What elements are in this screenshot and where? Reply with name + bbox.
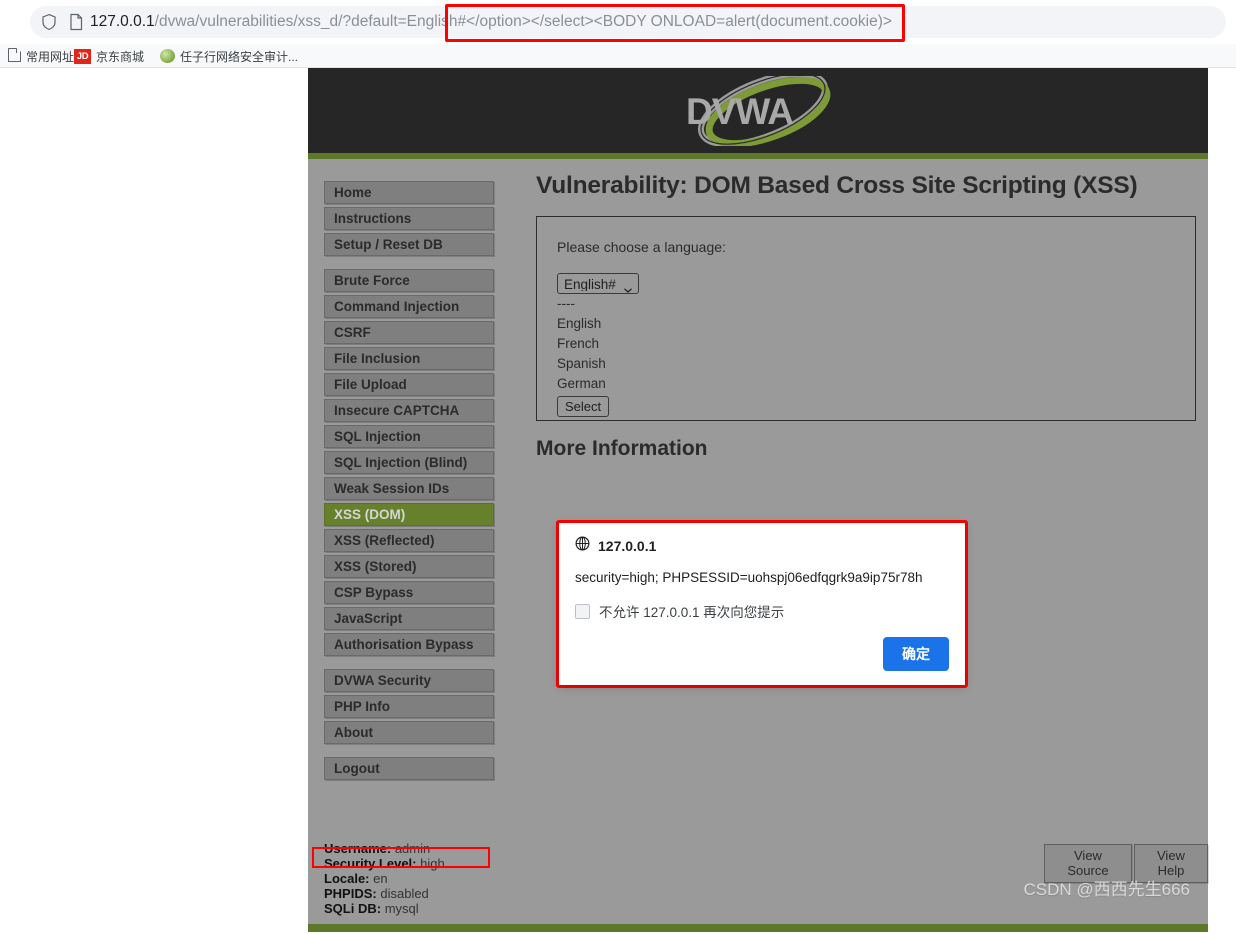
alert-message-text: security=high; PHPSESSID=uohspj06edfqgrk… [575, 570, 923, 585]
sidebar-item-setup-reset-db[interactable]: Setup / Reset DB [324, 233, 494, 256]
sidebar-item-home[interactable]: Home [324, 181, 494, 204]
alert-origin-row: 127.0.0.1 [575, 536, 656, 556]
jd-logo-icon: JD [74, 48, 91, 64]
language-select[interactable]: English# [557, 273, 639, 294]
page-title: Vulnerability: DOM Based Cross Site Scri… [536, 172, 1138, 199]
dvwa-logo: DVWA [641, 70, 881, 148]
sidebar-item-csp-bypass[interactable]: CSP Bypass [324, 581, 494, 604]
site-header: DVWA [308, 68, 1208, 153]
info-security-level: Security Level: high [324, 856, 445, 871]
page-viewport: DVWA Home Instructions Setup / Reset DB … [0, 68, 1236, 934]
sidebar-item-javascript[interactable]: JavaScript [324, 607, 494, 630]
url-text[interactable]: 127.0.0.1/dvwa/vulnerabilities/xss_d/?de… [90, 10, 892, 34]
browser-chrome: 127.0.0.1/dvwa/vulnerabilities/xss_d/?de… [0, 0, 1236, 68]
dvwa-page-container: DVWA Home Instructions Setup / Reset DB … [308, 68, 1208, 934]
javascript-alert-dialog: 127.0.0.1 security=high; PHPSESSID=uohsp… [559, 523, 965, 685]
vulnerability-panel: Please choose a language: English# ---- … [536, 216, 1196, 421]
bookmark-label: 常用网址 [26, 49, 75, 64]
header-green-divider [308, 153, 1208, 159]
info-sqli-db: SQLi DB: mysql [324, 901, 419, 916]
sidebar-item-brute-force[interactable]: Brute Force [324, 269, 494, 292]
stray-option-german: German [557, 376, 606, 391]
sidebar-item-about[interactable]: About [324, 721, 494, 744]
nav-group: Home Instructions Setup / Reset DB [324, 181, 494, 256]
svg-text:DVWA: DVWA [686, 91, 793, 132]
sidebar-item-insecure-captcha[interactable]: Insecure CAPTCHA [324, 399, 494, 422]
sidebar-item-xss-reflected[interactable]: XSS (Reflected) [324, 529, 494, 552]
sidebar-item-dvwa-security[interactable]: DVWA Security [324, 669, 494, 692]
sidebar-item-sql-injection-blind[interactable]: SQL Injection (Blind) [324, 451, 494, 474]
alert-suppress-row[interactable]: 不允许 127.0.0.1 再次向您提示 [575, 601, 784, 621]
sidebar-item-logout[interactable]: Logout [324, 757, 494, 780]
language-select-wrapper: English# [557, 273, 639, 294]
sidebar-item-weak-session-ids[interactable]: Weak Session IDs [324, 477, 494, 500]
sidebar-item-xss-dom[interactable]: XSS (DOM) [324, 503, 494, 526]
bookmark-item-changyongwangzhi[interactable]: 常用网址 [8, 47, 74, 65]
page-document-icon [68, 13, 84, 31]
nav-group: Brute Force Command Injection CSRF File … [324, 269, 494, 656]
choose-language-label: Please choose a language: [557, 239, 726, 255]
sidebar-item-sql-injection[interactable]: SQL Injection [324, 425, 494, 448]
bookmarks-bar: 常用网址 JD 京东商城 任子行网络安全审计... [0, 44, 1236, 68]
info-locale: Locale: en [324, 871, 388, 886]
stray-option-spanish: Spanish [557, 356, 606, 371]
main-content: Vulnerability: DOM Based Cross Site Scri… [536, 172, 1196, 461]
globe-icon [575, 536, 590, 556]
alert-suppress-checkbox[interactable] [575, 603, 590, 619]
info-username: Username: admin [324, 841, 431, 856]
sidebar-item-authorisation-bypass[interactable]: Authorisation Bypass [324, 633, 494, 656]
nav-group: DVWA Security PHP Info About [324, 669, 494, 744]
alert-suppress-label: 不允许 127.0.0.1 再次向您提示 [599, 605, 785, 620]
url-host: 127.0.0.1 [90, 13, 155, 30]
stray-option-divider: ---- [557, 296, 575, 311]
shield-icon[interactable] [40, 13, 58, 31]
select-submit-button[interactable]: Select [557, 396, 610, 417]
sidebar-item-csrf[interactable]: CSRF [324, 321, 494, 344]
globe-green-icon [160, 49, 175, 63]
sidebar-item-file-upload[interactable]: File Upload [324, 373, 494, 396]
bookmark-label: 京东商城 [96, 49, 145, 64]
sidebar-user-info: Username: admin Security Level: high Loc… [324, 841, 574, 916]
more-information-heading: More Information [536, 437, 708, 460]
folder-icon [8, 47, 21, 62]
stray-option-french: French [557, 336, 600, 351]
bookmark-label: 任子行网络安全审计... [180, 49, 299, 64]
stray-option-english: English [557, 316, 602, 331]
bookmark-item-jd[interactable]: JD 京东商城 [74, 47, 144, 65]
nav-group: Logout [324, 757, 494, 780]
watermark-text: CSDN @西西先生666 [1023, 880, 1190, 899]
url-payload: #</option></select><BODY ONLOAD=alert(do… [457, 13, 892, 30]
address-bar-row: 127.0.0.1/dvwa/vulnerabilities/xss_d/?de… [0, 0, 1236, 44]
sidebar-item-instructions[interactable]: Instructions [324, 207, 494, 230]
sidebar-item-xss-stored[interactable]: XSS (Stored) [324, 555, 494, 578]
sidebar-item-php-info[interactable]: PHP Info [324, 695, 494, 718]
url-path: /dvwa/vulnerabilities/xss_d/?default=Eng… [154, 13, 458, 30]
sidebar-nav: Home Instructions Setup / Reset DB Brute… [324, 181, 494, 793]
sidebar-item-file-inclusion[interactable]: File Inclusion [324, 347, 494, 370]
info-phpids: PHPIDS: disabled [324, 886, 429, 901]
alert-ok-button[interactable]: 确定 [883, 637, 949, 671]
sidebar-item-command-injection[interactable]: Command Injection [324, 295, 494, 318]
bookmark-item-renziхing[interactable]: 任子行网络安全审计... [160, 47, 298, 65]
alert-origin-label: 127.0.0.1 [598, 538, 657, 554]
